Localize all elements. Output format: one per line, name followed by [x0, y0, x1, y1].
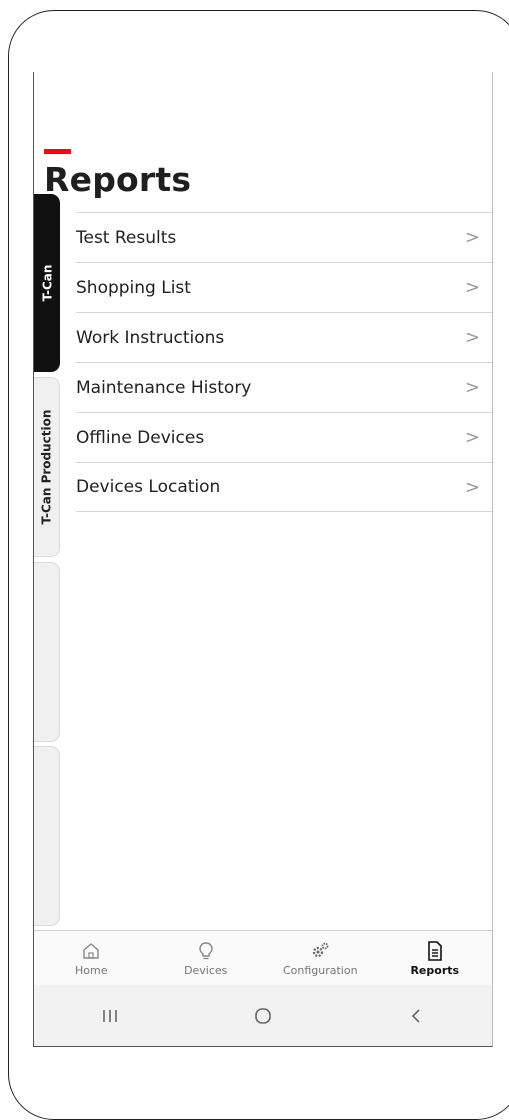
nav-item-devices[interactable]: Devices [156, 931, 256, 977]
lightbulb-icon [197, 941, 215, 961]
nav-label: Configuration [282, 964, 358, 977]
nav-item-configuration[interactable]: Configuration [270, 931, 370, 977]
gears-icon [310, 941, 330, 961]
page-title: Reports [44, 160, 192, 199]
report-item-label: Shopping List [76, 277, 191, 298]
report-item-devices-location[interactable]: Devices Location > [76, 462, 492, 512]
report-item-offline-devices[interactable]: Offline Devices > [76, 412, 492, 462]
report-item-label: Offline Devices [76, 427, 205, 448]
side-tab-label: T-Can Production [39, 409, 54, 525]
chevron-right-icon: > [464, 277, 480, 298]
nav-label: Home [75, 964, 108, 977]
report-item-test-results[interactable]: Test Results > [76, 212, 492, 262]
nav-label: Devices [184, 964, 228, 977]
chevron-right-icon: > [464, 377, 480, 398]
back-icon[interactable] [386, 1008, 446, 1024]
report-item-maintenance-history[interactable]: Maintenance History > [76, 362, 492, 412]
report-item-shopping-list[interactable]: Shopping List > [76, 262, 492, 312]
side-tab-t-can-production[interactable]: T-Can Production [34, 377, 60, 557]
chevron-right-icon: > [464, 227, 480, 248]
report-item-label: Work Instructions [76, 327, 225, 348]
document-icon [427, 941, 443, 961]
bottom-navigation: Home Devices Configuration Reports [34, 930, 492, 986]
nav-item-reports[interactable]: Reports [385, 931, 485, 977]
report-item-work-instructions[interactable]: Work Instructions > [76, 312, 492, 362]
recent-apps-icon[interactable] [80, 1008, 140, 1024]
home-icon [82, 941, 100, 961]
report-item-label: Devices Location [76, 477, 221, 497]
reports-list: Test Results > Shopping List > Work Inst… [76, 212, 492, 512]
chevron-right-icon: > [464, 327, 480, 348]
system-navigation-bar [34, 985, 492, 1046]
title-accent-bar [44, 149, 71, 154]
side-tab-label: T-Can [40, 264, 55, 302]
side-tab-empty-2[interactable] [34, 746, 60, 926]
nav-item-home[interactable]: Home [41, 931, 141, 977]
side-tab-t-can[interactable]: T-Can [34, 194, 60, 372]
nav-label: Reports [410, 964, 460, 977]
report-item-label: Maintenance History [76, 377, 252, 398]
chevron-right-icon: > [464, 476, 480, 498]
report-item-label: Test Results [76, 227, 177, 248]
home-circle-icon[interactable] [233, 1006, 293, 1026]
chevron-right-icon: > [464, 427, 480, 448]
side-tab-empty-1[interactable] [34, 562, 60, 742]
app-screen: Reports T-Can T-Can Production Test Resu… [33, 72, 493, 1047]
